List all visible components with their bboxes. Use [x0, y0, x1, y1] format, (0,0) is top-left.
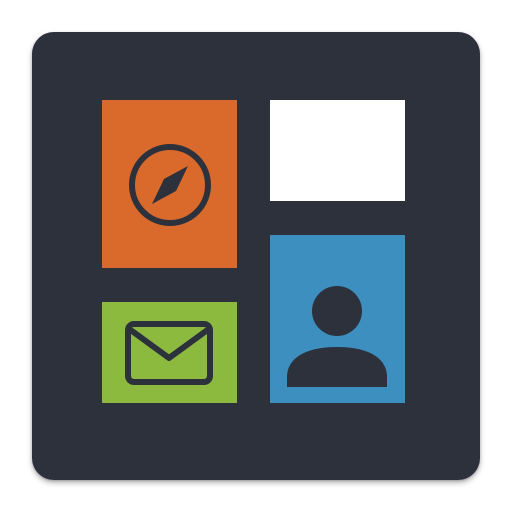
blank-tile [270, 100, 405, 201]
envelope-icon [125, 321, 213, 385]
person-icon [287, 286, 387, 387]
contact-tile [270, 235, 405, 403]
app-icon[interactable] [0, 0, 512, 512]
browser-tile [102, 100, 237, 268]
mail-tile [102, 302, 237, 403]
compass-icon [129, 144, 211, 226]
app-icon-background [32, 32, 480, 480]
